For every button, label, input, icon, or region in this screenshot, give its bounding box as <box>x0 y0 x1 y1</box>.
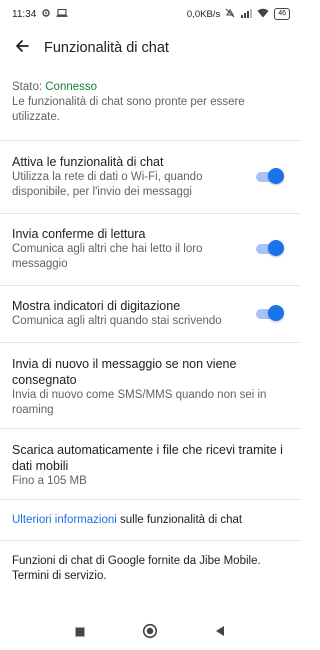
toggle-thumb <box>268 305 284 321</box>
divider <box>0 342 300 343</box>
home-button[interactable] <box>140 623 160 643</box>
recents-button[interactable] <box>70 623 90 643</box>
setting-text: Mostra indicatori di digitazione Comunic… <box>12 298 248 329</box>
status-label: Stato: <box>12 81 46 93</box>
laptop-icon <box>56 8 68 21</box>
more-info-suffix: sulle funzionalità di chat <box>116 514 243 526</box>
setting-description: Invia di nuovo come SMS/MMS quando non s… <box>12 389 267 416</box>
status-line: Stato: Connesso <box>12 81 288 93</box>
back-nav-button[interactable] <box>210 623 230 643</box>
arrow-back-icon <box>14 38 30 59</box>
status-value: Connesso <box>45 81 98 93</box>
clock: 11:34 <box>12 8 37 20</box>
setting-read-receipts[interactable]: Invia conferme di lettura Comunica agli … <box>0 222 300 274</box>
setting-text: Attiva le funzionalità di chat Utilizza … <box>12 154 248 200</box>
circle-icon <box>142 623 158 644</box>
back-button[interactable] <box>0 28 44 68</box>
status-bar-left: 11:34 <box>12 8 68 21</box>
square-icon <box>75 624 85 642</box>
setting-description: Utilizza la rete di dati o Wi-Fi, quando… <box>12 171 203 198</box>
setting-title: Scarica automaticamente i file che ricev… <box>12 443 283 473</box>
status-bar-right: 0,0KB/s 46 <box>187 8 290 21</box>
setting-auto-download[interactable]: Scarica automaticamente i file che ricev… <box>12 442 288 489</box>
mute-icon <box>225 8 235 21</box>
divider <box>0 499 300 500</box>
triangle-back-icon <box>215 624 225 642</box>
setting-enable-chat[interactable]: Attiva le funzionalità di chat Utilizza … <box>0 150 300 202</box>
battery-icon: 46 <box>274 8 290 20</box>
network-speed: 0,0KB/s <box>186 8 221 20</box>
setting-typing-indicators[interactable]: Mostra indicatori di digitazione Comunic… <box>0 294 300 332</box>
setting-title: Mostra indicatori di digitazione <box>12 299 181 313</box>
setting-description: Comunica agli altri che hai letto il lor… <box>12 243 203 270</box>
system-nav-bar <box>0 616 300 650</box>
enable-chat-toggle[interactable] <box>254 167 284 185</box>
chat-status-section: Stato: Connesso Le funzionalità di chat … <box>12 81 288 125</box>
toggle-thumb <box>268 168 284 184</box>
provider-footer[interactable]: Funzioni di chat di Google fornite da Ji… <box>12 554 288 584</box>
divider <box>0 140 300 141</box>
settings-icon <box>41 8 51 21</box>
signal-icon <box>240 8 253 21</box>
setting-resend-sms[interactable]: Invia di nuovo il messaggio se non viene… <box>12 356 288 418</box>
more-info-link[interactable]: Ulteriori informazioni <box>12 514 117 526</box>
toggle-thumb <box>268 240 284 256</box>
page-title: Funzionalità di chat <box>44 40 169 56</box>
status-bar: 11:34 0,0KB/s 46 <box>0 0 300 28</box>
setting-title: Invia di nuovo il messaggio se non viene… <box>12 357 237 387</box>
typing-indicators-toggle[interactable] <box>254 304 284 322</box>
read-receipts-toggle[interactable] <box>254 239 284 257</box>
setting-title: Invia conferme di lettura <box>12 227 146 241</box>
status-description: Le funzionalità di chat sono pronte per … <box>12 96 245 123</box>
setting-description: Fino a 105 MB <box>12 475 87 487</box>
divider <box>0 540 300 541</box>
wifi-icon <box>257 8 269 21</box>
app-bar: Funzionalità di chat <box>0 28 300 68</box>
more-info-line: Ulteriori informazioni sulle funzionalit… <box>12 514 288 526</box>
setting-title: Attiva le funzionalità di chat <box>12 155 164 169</box>
divider <box>0 428 300 429</box>
setting-text: Invia conferme di lettura Comunica agli … <box>12 226 248 272</box>
divider <box>0 285 300 286</box>
setting-description: Comunica agli altri quando stai scrivend… <box>12 315 222 327</box>
divider <box>0 213 300 214</box>
